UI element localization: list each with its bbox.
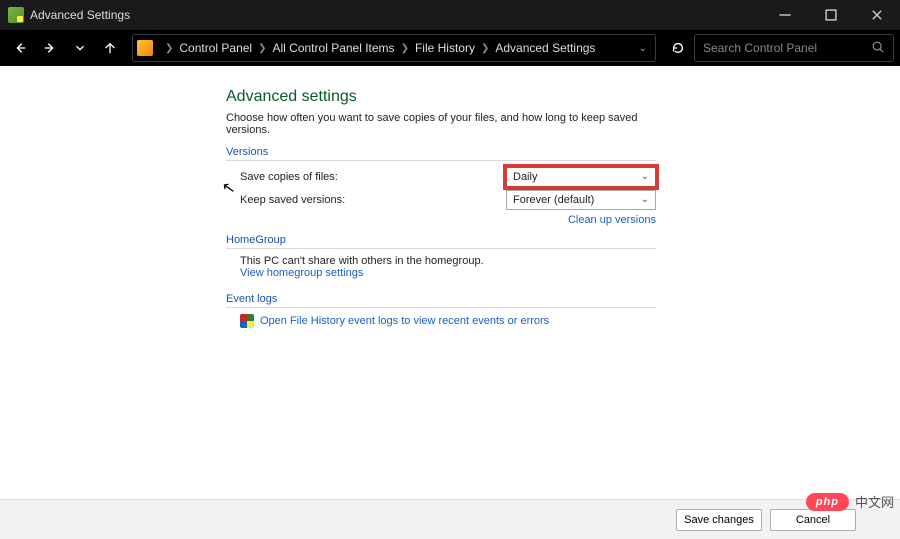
section-versions: Versions	[226, 146, 656, 161]
close-button[interactable]	[854, 0, 900, 30]
close-icon	[870, 8, 884, 22]
arrow-left-icon	[13, 41, 27, 55]
homegroup-settings-link[interactable]: View homegroup settings	[240, 267, 363, 279]
control-panel-icon	[137, 40, 153, 56]
section-eventlogs: Event logs	[226, 293, 656, 308]
event-logs-link[interactable]: Open File History event logs to view rec…	[260, 315, 549, 327]
search-placeholder: Search Control Panel	[703, 41, 871, 55]
window-title: Advanced Settings	[30, 8, 762, 22]
breadcrumb-item[interactable]: Advanced Settings	[495, 41, 595, 55]
chevron-down-icon: ⌄	[641, 171, 649, 182]
breadcrumb-item[interactable]: All Control Panel Items	[273, 41, 395, 55]
minimize-icon	[778, 8, 792, 22]
refresh-icon	[671, 41, 685, 55]
cleanup-versions-link[interactable]: Clean up versions	[568, 214, 656, 226]
title-bar: Advanced Settings	[0, 0, 900, 30]
address-bar[interactable]: ❯ Control Panel ❯ All Control Panel Item…	[132, 34, 656, 62]
maximize-button[interactable]	[808, 0, 854, 30]
recent-locations-button[interactable]	[66, 34, 94, 62]
arrow-right-icon	[43, 41, 57, 55]
label-keep-versions: Keep saved versions:	[240, 194, 506, 206]
chevron-right-icon: ❯	[165, 43, 173, 54]
keep-versions-select[interactable]: Forever (default) ⌄	[506, 190, 656, 210]
chevron-right-icon: ❯	[258, 43, 266, 54]
maximize-icon	[824, 8, 838, 22]
breadcrumb-item[interactable]: File History	[415, 41, 475, 55]
shield-icon	[240, 314, 254, 328]
page-description: Choose how often you want to save copies…	[226, 112, 656, 136]
save-copies-select[interactable]: Daily ⌄	[506, 167, 656, 187]
address-dropdown[interactable]: ⌄	[635, 43, 651, 54]
nav-bar: ❯ Control Panel ❯ All Control Panel Item…	[0, 30, 900, 66]
homegroup-text: This PC can't share with others in the h…	[240, 255, 656, 267]
chevron-right-icon: ❯	[481, 43, 489, 54]
chevron-down-icon: ⌄	[641, 194, 649, 205]
breadcrumb-item[interactable]: Control Panel	[179, 41, 252, 55]
save-copies-value: Daily	[513, 171, 537, 183]
footer-bar: Save changes Cancel php 中文网	[0, 499, 900, 539]
keep-versions-value: Forever (default)	[513, 194, 594, 206]
search-box[interactable]: Search Control Panel	[694, 34, 894, 62]
up-button[interactable]	[96, 34, 124, 62]
back-button[interactable]	[6, 34, 34, 62]
content-area: ↖ Advanced settings Choose how often you…	[0, 66, 900, 499]
chevron-right-icon: ❯	[401, 43, 409, 54]
refresh-button[interactable]	[664, 34, 692, 62]
page-heading: Advanced settings	[226, 88, 656, 106]
arrow-up-icon	[103, 41, 117, 55]
save-changes-button[interactable]: Save changes	[676, 509, 762, 531]
minimize-button[interactable]	[762, 0, 808, 30]
forward-button[interactable]	[36, 34, 64, 62]
section-homegroup: HomeGroup	[226, 234, 656, 249]
app-icon	[8, 7, 24, 23]
search-icon	[871, 40, 885, 57]
chevron-down-icon	[73, 41, 87, 55]
label-save-copies: Save copies of files:	[240, 171, 506, 183]
cancel-button[interactable]: Cancel	[770, 509, 856, 531]
